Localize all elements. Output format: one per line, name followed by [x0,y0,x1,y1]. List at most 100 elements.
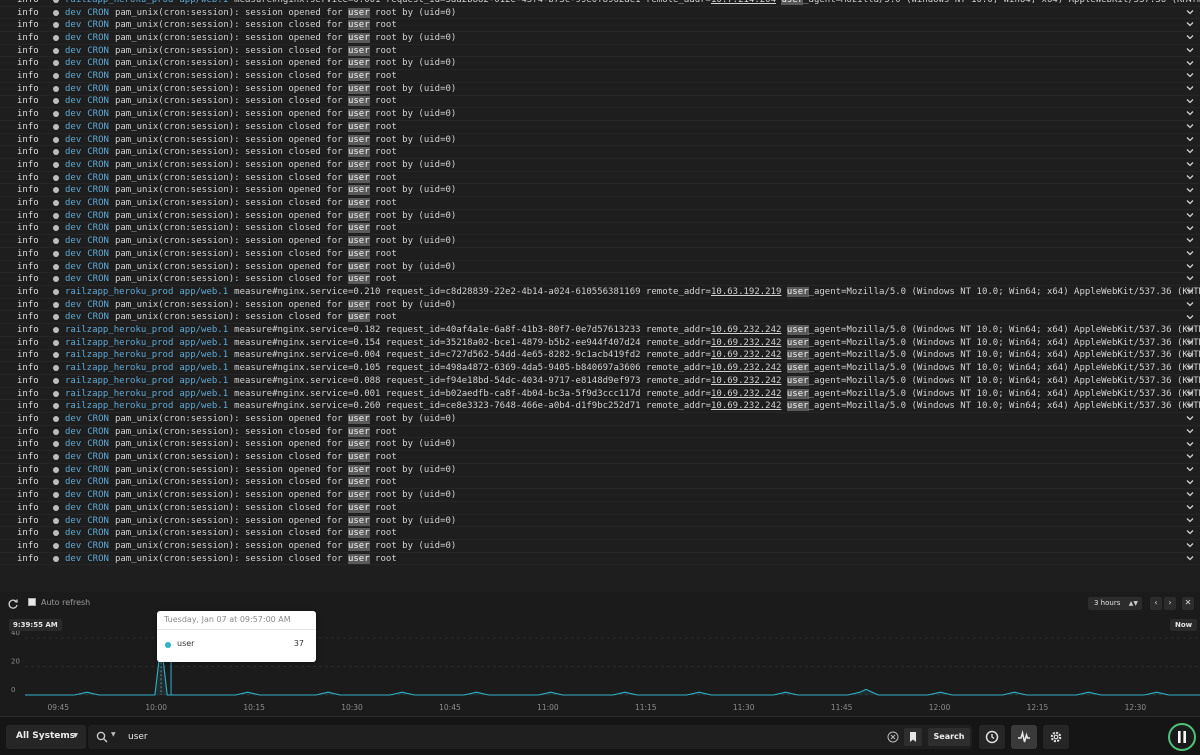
log-system[interactable]: dev [65,464,81,476]
log-row[interactable]: info dev CRON pam_unix(cron:session): sessi… [0,81,1200,96]
log-system[interactable]: dev [65,184,81,196]
log-system[interactable]: dev [65,235,81,247]
log-program[interactable]: CRON [87,235,109,247]
log-program[interactable]: CRON [87,438,109,450]
log-system[interactable]: dev [65,451,81,463]
log-system[interactable]: railzapp_heroku_prod [65,362,173,374]
log-program[interactable]: app/web.1 [179,388,228,400]
log-row[interactable]: info dev CRON pam_unix(cron:session): sessi… [0,30,1200,45]
log-system[interactable]: dev [65,540,81,552]
log-program[interactable]: CRON [87,540,109,552]
log-row[interactable]: info railzapp_heroku_prod app/web.1 measure… [0,373,1200,388]
log-program[interactable]: CRON [87,426,109,438]
ip-link[interactable]: 10.69.232.242 [711,325,781,335]
log-row[interactable]: info dev CRON pam_unix(cron:session): sessi… [0,551,1200,566]
expand-chevron-icon[interactable] [1186,389,1194,397]
log-system[interactable]: dev [65,248,81,260]
expand-chevron-icon[interactable] [1186,46,1194,54]
expand-chevron-icon[interactable] [1186,554,1194,562]
ip-link[interactable]: 10.69.232.242 [711,350,781,360]
expand-chevron-icon[interactable] [1186,224,1194,232]
log-system[interactable]: dev [65,273,81,285]
expand-chevron-icon[interactable] [1186,249,1194,257]
expand-chevron-icon[interactable] [1186,160,1194,168]
log-program[interactable]: CRON [87,413,109,425]
log-row[interactable]: info dev CRON pam_unix(cron:session): sessi… [0,157,1200,172]
log-system[interactable]: dev [65,32,81,44]
log-row[interactable]: info dev CRON pam_unix(cron:session): sessi… [0,183,1200,198]
log-row[interactable]: info dev CRON pam_unix(cron:session): sessi… [0,424,1200,439]
log-program[interactable]: CRON [87,527,109,539]
expand-chevron-icon[interactable] [1186,541,1194,549]
log-row[interactable]: info dev CRON pam_unix(cron:session): sessi… [0,475,1200,490]
expand-chevron-icon[interactable] [1186,84,1194,92]
log-program[interactable]: CRON [87,248,109,260]
time-picker-button[interactable] [979,725,1005,749]
expand-chevron-icon[interactable] [1186,338,1194,346]
log-system[interactable]: railzapp_heroku_prod [65,375,173,387]
log-system[interactable]: dev [65,121,81,133]
log-program[interactable]: app/web.1 [179,337,228,349]
histogram-chart[interactable]: 40 20 0 09:45 10:00 10:15 10:30 10:45 11:00 11:15… [0,611,1200,716]
log-program[interactable]: CRON [87,489,109,501]
log-program[interactable]: CRON [87,222,109,234]
expand-chevron-icon[interactable] [1186,173,1194,181]
expand-chevron-icon[interactable] [1186,528,1194,536]
log-row[interactable]: info dev CRON pam_unix(cron:session): sessi… [0,221,1200,236]
log-system[interactable]: dev [65,210,81,222]
log-row[interactable]: info railzapp_heroku_prod app/web.1 measure… [0,386,1200,401]
log-system[interactable]: dev [65,146,81,158]
expand-chevron-icon[interactable] [1186,198,1194,206]
log-program[interactable]: CRON [87,299,109,311]
clear-search-icon[interactable] [887,731,899,743]
log-program[interactable]: CRON [87,70,109,82]
expand-chevron-icon[interactable] [1186,287,1194,295]
expand-chevron-icon[interactable] [1186,20,1194,28]
log-row[interactable]: info dev CRON pam_unix(cron:session): sessi… [0,272,1200,287]
log-program[interactable]: CRON [87,172,109,184]
log-row[interactable]: info dev CRON pam_unix(cron:session): sessi… [0,208,1200,223]
expand-chevron-icon[interactable] [1186,71,1194,79]
log-row[interactable]: info dev CRON pam_unix(cron:session): sessi… [0,56,1200,71]
log-row[interactable]: info dev CRON pam_unix(cron:session): sessi… [0,246,1200,261]
log-system[interactable]: dev [65,299,81,311]
log-program[interactable]: app/web.1 [179,0,228,6]
pause-stream-button[interactable] [1168,723,1196,751]
log-program[interactable]: CRON [87,159,109,171]
log-row[interactable]: info dev CRON pam_unix(cron:session): sessi… [0,119,1200,134]
log-program[interactable]: app/web.1 [179,349,228,361]
expand-chevron-icon[interactable] [1186,401,1194,409]
log-row[interactable]: info dev CRON pam_unix(cron:session): sessi… [0,5,1200,20]
log-system[interactable]: railzapp_heroku_prod [65,400,173,412]
expand-chevron-icon[interactable] [1186,465,1194,473]
log-system[interactable]: dev [65,19,81,31]
log-row[interactable]: info railzapp_heroku_prod app/web.1 measure… [0,323,1200,338]
save-search-button[interactable] [904,728,922,746]
log-row[interactable]: info dev CRON pam_unix(cron:session): sessi… [0,132,1200,147]
log-program[interactable]: CRON [87,451,109,463]
log-row[interactable]: info dev CRON pam_unix(cron:session): sessi… [0,259,1200,274]
log-system[interactable]: dev [65,197,81,209]
expand-chevron-icon[interactable] [1186,122,1194,130]
log-system[interactable]: railzapp_heroku_prod [65,388,173,400]
ip-link[interactable]: 10.63.192.219 [711,287,781,297]
log-row[interactable]: info dev CRON pam_unix(cron:session): sessi… [0,196,1200,211]
log-system[interactable]: dev [65,553,81,565]
log-program[interactable]: CRON [87,108,109,120]
expand-chevron-icon[interactable] [1186,490,1194,498]
expand-chevron-icon[interactable] [1186,452,1194,460]
expand-chevron-icon[interactable] [1186,351,1194,359]
log-row[interactable]: info dev CRON pam_unix(cron:session): sessi… [0,94,1200,109]
log-system[interactable]: railzapp_heroku_prod [65,286,173,298]
log-row[interactable]: info railzapp_heroku_prod app/web.1 measure… [0,399,1200,414]
log-system[interactable]: railzapp_heroku_prod [65,337,173,349]
settings-button[interactable] [1043,725,1069,749]
log-row[interactable]: info dev CRON pam_unix(cron:session): sessi… [0,450,1200,465]
expand-chevron-icon[interactable] [1186,135,1194,143]
log-system[interactable]: dev [65,222,81,234]
expand-chevron-icon[interactable] [1186,363,1194,371]
expand-chevron-icon[interactable] [1186,0,1194,3]
log-system[interactable]: railzapp_heroku_prod [65,349,173,361]
log-system[interactable]: dev [65,489,81,501]
expand-chevron-icon[interactable] [1186,59,1194,67]
